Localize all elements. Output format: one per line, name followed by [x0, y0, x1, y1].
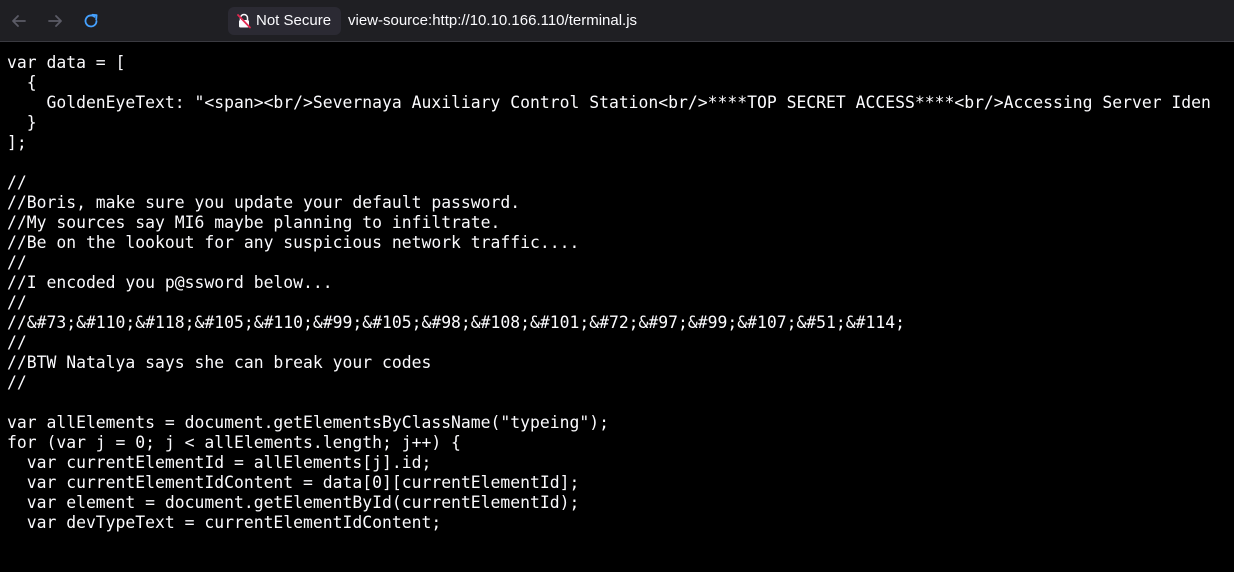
- code-line: {: [7, 73, 37, 92]
- reload-button[interactable]: [79, 9, 103, 33]
- code-line: //: [7, 293, 27, 312]
- code-line: var currentElementIdContent = data[0][cu…: [7, 473, 580, 492]
- code-line: //: [7, 333, 27, 352]
- code-line: ];: [7, 133, 27, 152]
- code-line: //I encoded you p@ssword below...: [7, 273, 333, 292]
- code-line: var allElements = document.getElementsBy…: [7, 413, 609, 432]
- back-button[interactable]: [7, 9, 31, 33]
- arrow-left-icon: [12, 15, 26, 27]
- code-line: //Be on the lookout for any suspicious n…: [7, 233, 580, 252]
- code-line: //&#73;&#110;&#118;&#105;&#110;&#99;&#10…: [7, 313, 905, 332]
- site-security-indicator[interactable]: Not Secure: [228, 7, 342, 35]
- code-line: var devTypeText = currentElementIdConten…: [7, 513, 442, 532]
- browser-toolbar: Not Secure view-source:http://10.10.166.…: [0, 0, 1234, 42]
- code-line: //: [7, 253, 27, 272]
- code-line: //: [7, 173, 27, 192]
- forward-button[interactable]: [43, 9, 67, 33]
- reload-icon: [84, 13, 98, 28]
- code-line: //Boris, make sure you update your defau…: [7, 193, 521, 212]
- code-line: for (var j = 0; j < allElements.length; …: [7, 433, 461, 452]
- code-line: var data = [: [7, 53, 126, 72]
- security-label: Not Secure: [256, 12, 332, 29]
- lock-warning-icon: [236, 13, 252, 29]
- arrow-right-icon: [48, 15, 62, 27]
- code-line: var currentElementId = allElements[j].id…: [7, 453, 432, 472]
- address-bar[interactable]: view-source:http://10.10.166.110/termina…: [340, 7, 1224, 35]
- code-line: //: [7, 373, 27, 392]
- code-line: //BTW Natalya says she can break your co…: [7, 353, 432, 372]
- source-code-view: var data = [ { GoldenEyeText: "<span><br…: [0, 42, 1234, 572]
- code-line: //My sources say MI6 maybe planning to i…: [7, 213, 501, 232]
- code-line: GoldenEyeText: "<span><br/>Severnaya Aux…: [7, 93, 1211, 112]
- code-line: var element = document.getElementById(cu…: [7, 493, 580, 512]
- code-line: }: [7, 113, 37, 132]
